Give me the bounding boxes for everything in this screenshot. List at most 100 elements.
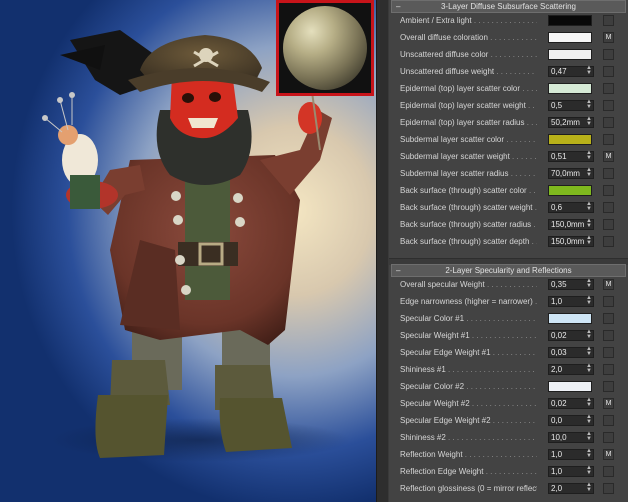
map-button[interactable] <box>603 330 614 341</box>
map-button[interactable] <box>603 49 614 60</box>
parameter-label-wrap: Shininess #1 <box>389 361 537 378</box>
parameter-label: Reflection Edge Weight <box>400 467 537 476</box>
collapse-icon[interactable]: – <box>396 265 400 276</box>
rollout-specularity-reflections: – 2-Layer Specularity and Reflections Ov… <box>389 264 628 494</box>
color-swatch[interactable] <box>548 134 592 145</box>
material-sphere-preview <box>283 6 367 90</box>
map-button[interactable] <box>603 117 614 128</box>
map-button[interactable] <box>603 432 614 443</box>
parameter-label: Specular Color #1 <box>400 314 537 323</box>
parameter-label: Specular Edge Weight #1 <box>400 348 537 357</box>
map-button[interactable] <box>603 66 614 77</box>
parameter-label: Back surface (through) scatter depth <box>400 237 537 246</box>
parameter-label: Edge narrowness (higher = narrower) <box>400 297 537 306</box>
map-button[interactable]: M <box>603 398 614 409</box>
color-swatch[interactable] <box>548 185 592 196</box>
spinner-arrows-icon[interactable]: ▲ ▼ <box>585 201 593 213</box>
map-button[interactable] <box>603 313 614 324</box>
map-button[interactable] <box>603 219 614 230</box>
map-button[interactable]: M <box>603 151 614 162</box>
map-button[interactable] <box>603 202 614 213</box>
parameter-label-wrap: Back surface (through) scatter radius <box>389 216 537 233</box>
map-button[interactable] <box>603 466 614 477</box>
parameter-label-wrap: Specular Edge Weight #2 <box>389 412 537 429</box>
spinner-arrows-icon[interactable]: ▲ ▼ <box>585 431 593 443</box>
spinner-arrows-icon[interactable]: ▲ ▼ <box>585 116 593 128</box>
parameter-label: Specular Edge Weight #2 <box>400 416 537 425</box>
parameter-label-wrap: Shininess #2 <box>389 429 537 446</box>
parameter-label-wrap: Epidermal (top) layer scatter radius <box>389 114 537 131</box>
map-button[interactable] <box>603 415 614 426</box>
map-button[interactable] <box>603 83 614 94</box>
parameter-label-wrap: Reflection Edge Weight <box>389 463 537 480</box>
parameter-label: Subdermal layer scatter radius <box>400 169 537 178</box>
map-button[interactable]: M <box>603 32 614 43</box>
map-button[interactable] <box>603 296 614 307</box>
collapse-icon[interactable]: – <box>396 1 400 12</box>
spinner-arrows-icon[interactable]: ▲ ▼ <box>585 295 593 307</box>
parameter-label: Overall specular Weight <box>400 280 537 289</box>
map-button[interactable] <box>603 483 614 494</box>
parameter-label-wrap: Back surface (through) scatter depth <box>389 233 537 250</box>
material-preview-slot[interactable] <box>276 0 374 96</box>
map-button[interactable]: M <box>603 279 614 290</box>
map-button[interactable] <box>603 236 614 247</box>
parameter-label: Epidermal (top) layer scatter weight <box>400 101 537 110</box>
parameter-label-wrap: Subdermal layer scatter color <box>389 131 537 148</box>
spinner-arrows-icon[interactable]: ▲ ▼ <box>585 329 593 341</box>
parameter-label-wrap: Epidermal (top) layer scatter color <box>389 80 537 97</box>
parameter-label: Epidermal (top) layer scatter radius <box>400 118 537 127</box>
parameter-label: Subdermal layer scatter weight <box>400 152 537 161</box>
color-swatch[interactable] <box>548 15 592 26</box>
parameter-label-wrap: Specular Edge Weight #1 <box>389 344 537 361</box>
spinner-arrows-icon[interactable]: ▲ ▼ <box>585 99 593 111</box>
spinner-arrows-icon[interactable]: ▲ ▼ <box>585 167 593 179</box>
map-button[interactable]: M <box>603 449 614 460</box>
parameter-label: Back surface (through) scatter weight <box>400 203 537 212</box>
parameter-label: Shininess #2 <box>400 433 537 442</box>
parameter-label: Specular Weight #1 <box>400 331 537 340</box>
spinner-arrows-icon[interactable]: ▲ ▼ <box>585 397 593 409</box>
map-button[interactable] <box>603 134 614 145</box>
spinner-arrows-icon[interactable]: ▲ ▼ <box>585 346 593 358</box>
parameter-label-wrap: Edge narrowness (higher = narrower) <box>389 293 537 310</box>
spinner-arrows-icon[interactable]: ▲ ▼ <box>585 414 593 426</box>
spinner-arrows-icon[interactable]: ▲ ▼ <box>585 278 593 290</box>
parameter-label: Subdermal layer scatter color <box>400 135 537 144</box>
parameter-label: Specular Weight #2 <box>400 399 537 408</box>
color-swatch[interactable] <box>548 83 592 94</box>
parameter-label: Reflection glossiness (0 = mirror reflec… <box>400 484 537 493</box>
color-swatch[interactable] <box>548 49 592 60</box>
parameter-label-wrap: Specular Weight #1 <box>389 327 537 344</box>
spinner-arrows-icon[interactable]: ▲ ▼ <box>585 482 593 494</box>
spinner-arrows-icon[interactable]: ▲ ▼ <box>585 363 593 375</box>
spinner-arrows-icon[interactable]: ▲ ▼ <box>585 150 593 162</box>
parameter-label: Unscattered diffuse weight <box>400 67 537 76</box>
map-button[interactable] <box>603 347 614 358</box>
spinner-arrows-icon[interactable]: ▲ ▼ <box>585 465 593 477</box>
spinner-arrows-icon[interactable]: ▲ ▼ <box>585 235 593 247</box>
color-swatch[interactable] <box>548 313 592 324</box>
map-button[interactable] <box>603 100 614 111</box>
spinner-arrows-icon[interactable]: ▲ ▼ <box>585 448 593 460</box>
parameter-label-wrap: Specular Color #1 <box>389 310 537 327</box>
parameter-label-wrap: Specular Color #2 <box>389 378 537 395</box>
map-button[interactable] <box>603 364 614 375</box>
parameter-label-wrap: Subdermal layer scatter radius <box>389 165 537 182</box>
parameter-label-wrap: Ambient / Extra light <box>389 12 537 29</box>
parameter-label: Specular Color #2 <box>400 382 537 391</box>
panel-divider[interactable] <box>376 0 389 502</box>
map-button[interactable] <box>603 381 614 392</box>
parameter-label-wrap: Unscattered diffuse color <box>389 46 537 63</box>
spinner-arrows-icon[interactable]: ▲ ▼ <box>585 65 593 77</box>
map-button[interactable] <box>603 15 614 26</box>
map-button[interactable] <box>603 168 614 179</box>
parameter-label-wrap: Epidermal (top) layer scatter weight <box>389 97 537 114</box>
rollout-title: 2-Layer Specularity and Reflections <box>445 266 572 275</box>
parameter-label: Epidermal (top) layer scatter color <box>400 84 537 93</box>
color-swatch[interactable] <box>548 381 592 392</box>
color-swatch[interactable] <box>548 32 592 43</box>
spinner-arrows-icon[interactable]: ▲ ▼ <box>585 218 593 230</box>
map-button[interactable] <box>603 185 614 196</box>
parameter-label: Back surface (through) scatter radius <box>400 220 537 229</box>
